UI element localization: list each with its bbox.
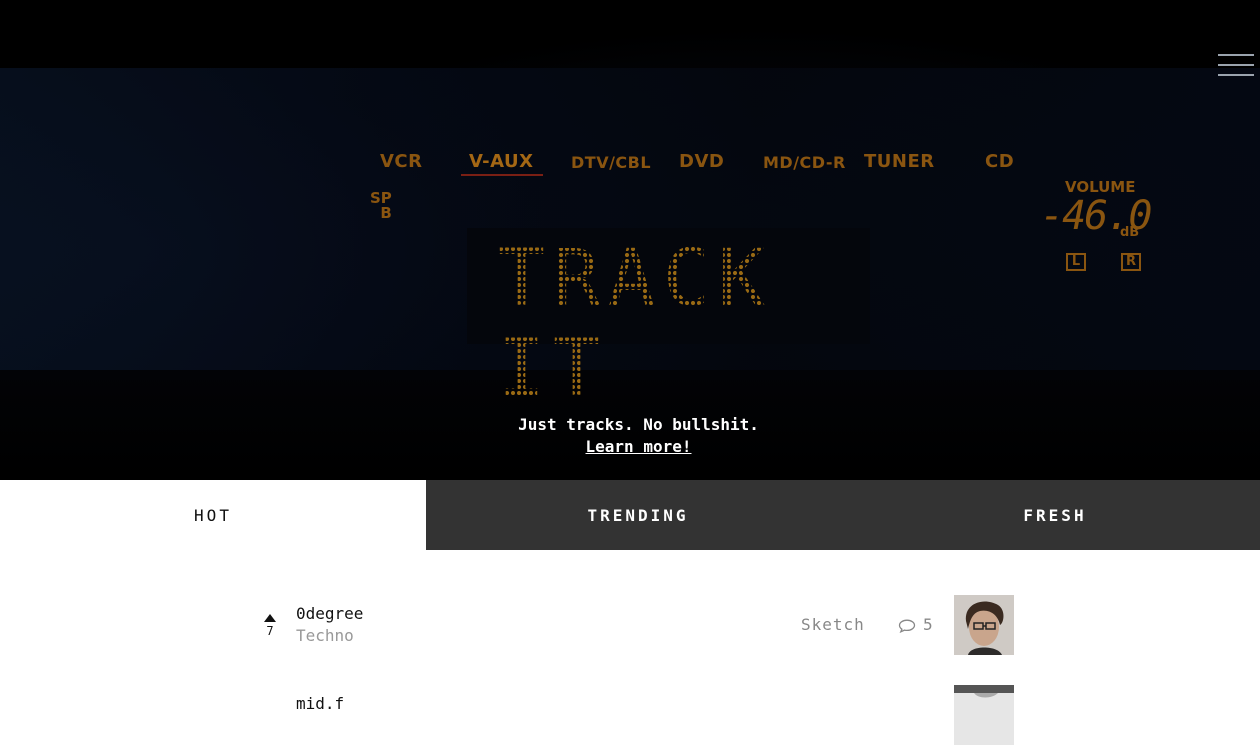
left-channel-indicator: L [1066,253,1086,271]
hero-tagline-block: Just tracks. No bullshit. Learn more! [0,414,1260,458]
list-item: mid.f [0,685,1260,745]
feed-tabs: HOT TRENDING FRESH [0,480,1260,550]
track-genre: Techno [296,626,354,645]
comment-icon[interactable] [898,619,916,633]
upvote-arrow-icon[interactable] [264,614,276,622]
sp-indicator: SP B [370,191,392,221]
tab-hot[interactable]: HOT [0,480,426,550]
artist-avatar[interactable] [954,595,1014,655]
track-tag: Sketch [801,615,865,634]
active-source-underline [461,174,543,176]
learn-more-link[interactable]: Learn more! [586,437,692,456]
hero-tagline: Just tracks. No bullshit. [518,415,759,434]
artist-avatar[interactable] [954,685,1014,745]
display-logo-text: TRACK IT [498,234,918,414]
source-label-md-cd-r: MD/CD-R [763,153,846,172]
tab-trending[interactable]: TRENDING [426,480,850,550]
comment-count: 5 [923,615,933,634]
hero-banner: VCR V-AUX DTV/CBL DVD MD/CD-R TUNER CD S… [0,0,1260,480]
list-item: 7 0degree Techno Sketch 5 [0,595,1260,655]
right-channel-indicator: R [1121,253,1141,271]
track-title[interactable]: mid.f [296,694,344,713]
hamburger-menu-icon[interactable] [1218,54,1254,76]
source-label-v-aux: V-AUX [469,151,534,172]
tab-fresh[interactable]: FRESH [850,480,1260,550]
source-label-dtv-cbl: DTV/CBL [571,153,652,172]
artist-avatar-photo [954,685,1014,745]
track-title[interactable]: 0degree [296,604,363,623]
artist-avatar-photo [954,595,1014,655]
upvote-button[interactable]: 7 [262,614,278,638]
source-label-cd: CD [985,151,1015,172]
volume-unit: dB [1120,225,1140,240]
sp-sub-label: B [380,204,392,222]
source-label-dvd: DVD [679,151,725,172]
vote-count: 7 [266,624,274,638]
source-label-tuner: TUNER [864,151,935,172]
source-label-vcr: VCR [380,151,423,172]
